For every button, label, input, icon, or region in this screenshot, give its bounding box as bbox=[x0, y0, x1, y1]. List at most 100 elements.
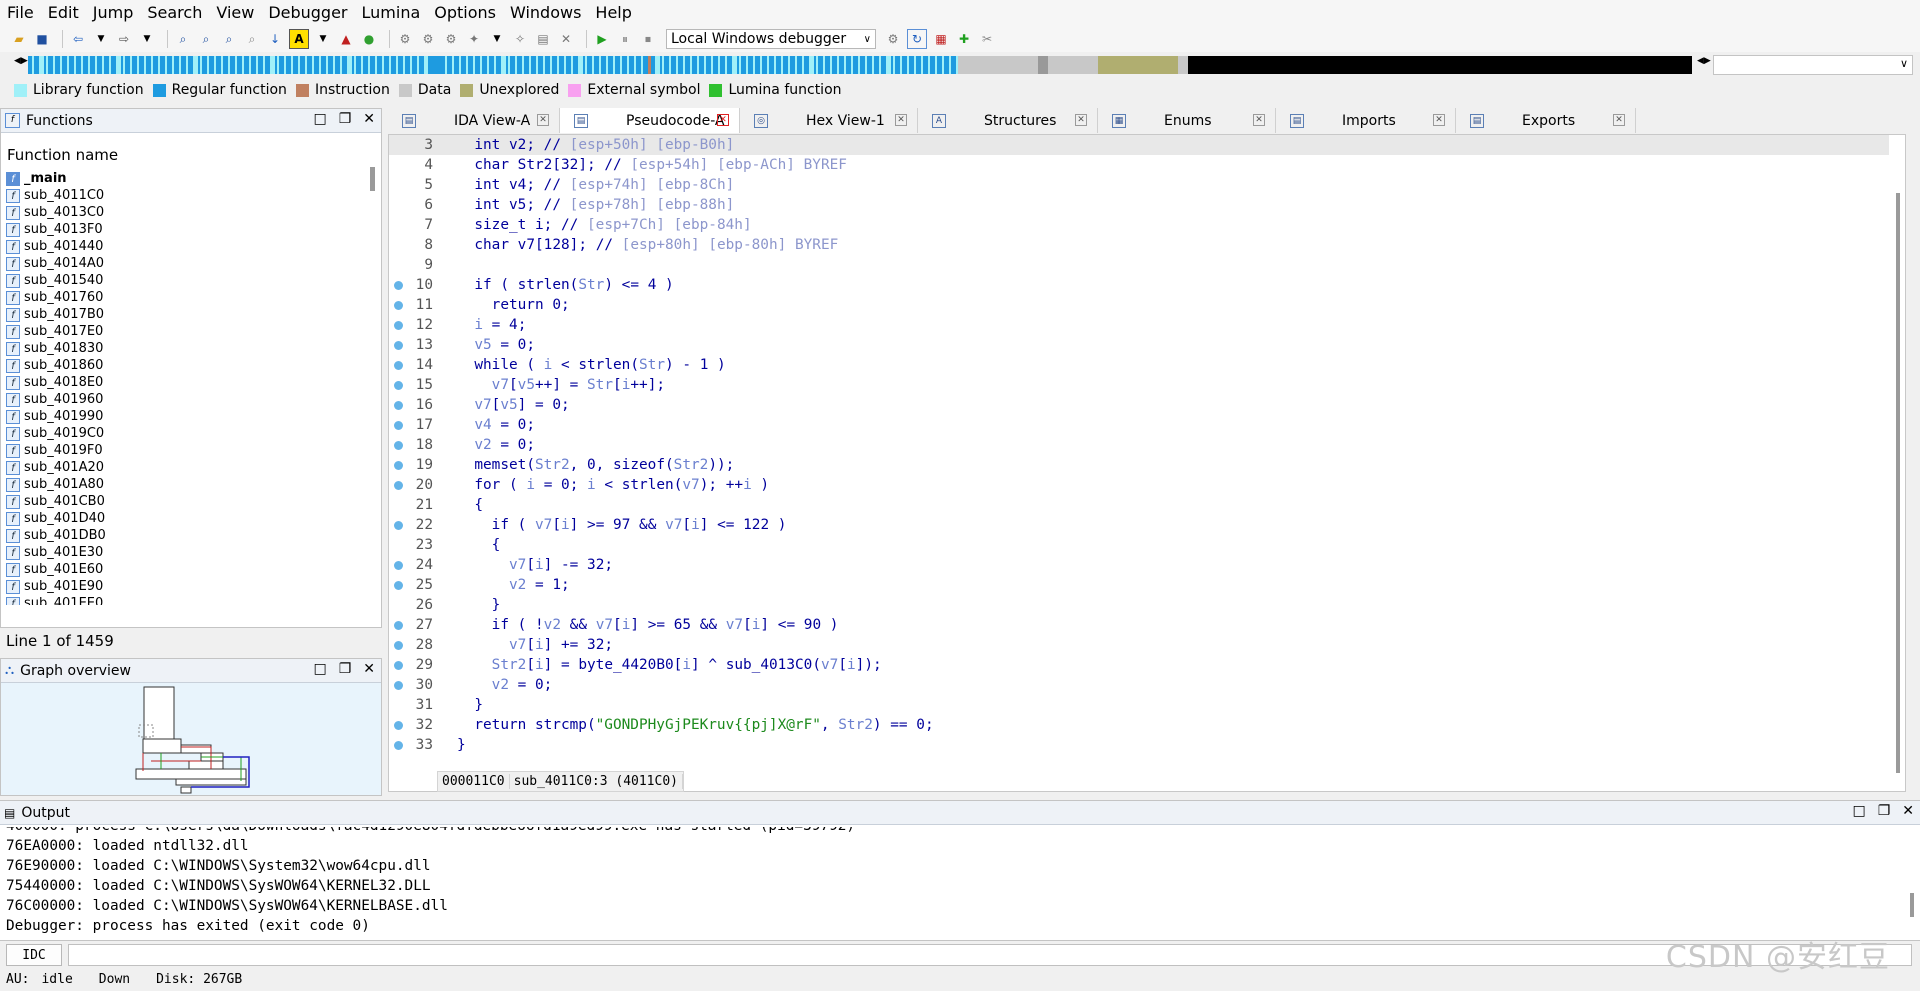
debugger-options-icon[interactable]: ⚙ bbox=[884, 30, 902, 48]
close-icon[interactable]: ✕ bbox=[363, 661, 375, 677]
run-icon[interactable]: ▶ bbox=[593, 30, 611, 48]
tab-ida-view-a[interactable]: ▤ IDA View-A ✕ bbox=[388, 108, 560, 133]
code-line[interactable]: 32 return strcmp("GONDPHyGjPEKruv{{pj]X@… bbox=[389, 715, 1889, 735]
calc-icon[interactable]: ▤ bbox=[534, 30, 552, 48]
function-list-item[interactable]: f sub_4014A0 bbox=[3, 255, 361, 272]
restore-icon[interactable]: ❐ bbox=[339, 111, 352, 127]
pseudocode-view[interactable]: 3 int v2; // [esp+50h] [ebp-B0h] 4 char S… bbox=[388, 134, 1906, 792]
function-list-item[interactable]: f sub_401960 bbox=[3, 391, 361, 408]
function-list-item[interactable]: f sub_401990 bbox=[3, 408, 361, 425]
code-line[interactable]: 18 v2 = 0; bbox=[389, 435, 1889, 455]
jump-down-icon[interactable]: ↓ bbox=[266, 30, 284, 48]
tab-exports[interactable]: ▤ Exports ✕ bbox=[1456, 108, 1636, 133]
forward-dropdown-icon[interactable]: ▼ bbox=[138, 30, 156, 48]
add-breakpoint-icon[interactable]: ✚ bbox=[955, 30, 973, 48]
tab-pseudocode-a[interactable]: ▤ Pseudocode-A ✕ bbox=[560, 108, 740, 133]
plugin-icon[interactable]: ✦ bbox=[465, 30, 483, 48]
code-line[interactable]: 11 return 0; bbox=[389, 295, 1889, 315]
code-line[interactable]: 31 } bbox=[389, 695, 1889, 715]
code-line[interactable]: 14 while ( i < strlen(Str) - 1 ) bbox=[389, 355, 1889, 375]
menu-jump[interactable]: Jump bbox=[86, 0, 141, 26]
function-list-item[interactable]: f sub_4011C0 bbox=[3, 187, 361, 204]
function-list-item[interactable]: f sub_401CB0 bbox=[3, 493, 361, 510]
code-line[interactable]: 30 v2 = 0; bbox=[389, 675, 1889, 695]
code-line[interactable]: 15 v7[v5++] = Str[i++]; bbox=[389, 375, 1889, 395]
close-icon[interactable]: ✕ bbox=[1902, 803, 1914, 819]
function-list-item[interactable]: f sub_401DB0 bbox=[3, 527, 361, 544]
xref-icon[interactable]: ⚙ bbox=[442, 30, 460, 48]
code-line[interactable]: 10 if ( strlen(Str) <= 4 ) bbox=[389, 275, 1889, 295]
function-list-item[interactable]: f sub_401440 bbox=[3, 238, 361, 255]
back-icon[interactable]: ⇦ bbox=[69, 30, 87, 48]
menu-search[interactable]: Search bbox=[140, 0, 209, 26]
code-line[interactable]: 7 size_t i; // [esp+7Ch] [ebp-84h] bbox=[389, 215, 1889, 235]
forward-icon[interactable]: ⇨ bbox=[115, 30, 133, 48]
function-list-item[interactable]: f sub_401830 bbox=[3, 340, 361, 357]
globe-icon[interactable]: ● bbox=[360, 30, 378, 48]
function-list-item[interactable]: f sub_401E30 bbox=[3, 544, 361, 561]
plugin-dropdown-icon[interactable]: ▼ bbox=[488, 30, 506, 48]
function-list-item[interactable]: f sub_401540 bbox=[3, 272, 361, 289]
functions-vertical-scrollbar[interactable] bbox=[367, 157, 377, 715]
back-dropdown-icon[interactable]: ▼ bbox=[92, 30, 110, 48]
cross-icon[interactable]: ✕ bbox=[557, 30, 575, 48]
close-icon[interactable]: ✕ bbox=[717, 114, 729, 126]
close-icon[interactable]: ✕ bbox=[1075, 114, 1087, 126]
code-line[interactable]: 3 int v2; // [esp+50h] [ebp-B0h] bbox=[389, 135, 1889, 155]
code-line[interactable]: 33} bbox=[389, 735, 1889, 755]
code-line[interactable]: 27 if ( !v2 && v7[i] >= 65 && v7[i] <= 9… bbox=[389, 615, 1889, 635]
function-list-item[interactable]: f sub_401E90 bbox=[3, 578, 361, 595]
close-icon[interactable]: ✕ bbox=[363, 111, 375, 127]
code-line[interactable]: 17 v4 = 0; bbox=[389, 415, 1889, 435]
function-list-item[interactable]: f sub_4013F0 bbox=[3, 221, 361, 238]
image-icon[interactable]: ▲ bbox=[337, 30, 355, 48]
function-list-item[interactable]: f sub_401760 bbox=[3, 289, 361, 306]
menu-file[interactable]: File bbox=[0, 0, 41, 26]
code-line[interactable]: 8 char v7[128]; // [esp+80h] [ebp-80h] B… bbox=[389, 235, 1889, 255]
code-line[interactable]: 12 i = 4; bbox=[389, 315, 1889, 335]
code-line[interactable]: 24 v7[i] -= 32; bbox=[389, 555, 1889, 575]
delete-breakpoint-icon[interactable]: ✂ bbox=[978, 30, 996, 48]
restore-icon[interactable]: ❐ bbox=[1878, 803, 1891, 819]
scroll-thumb[interactable] bbox=[370, 167, 375, 191]
scroll-thumb[interactable] bbox=[1896, 193, 1900, 773]
function-list-item[interactable]: f sub_401D40 bbox=[3, 510, 361, 527]
nav-right-arrow-icon[interactable]: ◀▶ bbox=[1697, 56, 1711, 66]
stop-icon[interactable]: ⏹ bbox=[639, 30, 657, 48]
code-line[interactable]: 9 bbox=[389, 255, 1889, 275]
menu-view[interactable]: View bbox=[209, 0, 261, 26]
function-list-item[interactable]: f sub_4017E0 bbox=[3, 323, 361, 340]
tab-enums[interactable]: ▦ Enums ✕ bbox=[1098, 108, 1276, 133]
maximize-icon[interactable]: □ bbox=[313, 111, 326, 127]
code-line[interactable]: 26 } bbox=[389, 595, 1889, 615]
segment-dropdown[interactable]: ∨ bbox=[1713, 55, 1913, 75]
code-vertical-scrollbar[interactable] bbox=[1891, 135, 1905, 791]
code-line[interactable]: 13 v5 = 0; bbox=[389, 335, 1889, 355]
code-line[interactable]: 5 int v4; // [esp+74h] [ebp-8Ch] bbox=[389, 175, 1889, 195]
graph-icon[interactable]: ⚙ bbox=[396, 30, 414, 48]
output-log[interactable]: 400000: process C:\Users\da\Downloads\fa… bbox=[6, 827, 1886, 939]
pause-icon[interactable]: ⏸ bbox=[616, 30, 634, 48]
code-line[interactable]: 21 { bbox=[389, 495, 1889, 515]
code-line[interactable]: 6 int v5; // [esp+78h] [ebp-88h] bbox=[389, 195, 1889, 215]
close-icon[interactable]: ✕ bbox=[1253, 114, 1265, 126]
close-icon[interactable]: ✕ bbox=[1613, 114, 1625, 126]
function-list-item[interactable]: f sub_4019F0 bbox=[3, 442, 361, 459]
code-line[interactable]: 23 { bbox=[389, 535, 1889, 555]
function-list-item[interactable]: f sub_4018E0 bbox=[3, 374, 361, 391]
color-dropdown-icon[interactable]: ▼ bbox=[314, 30, 332, 48]
code-line[interactable]: 19 memset(Str2, 0, sizeof(Str2)); bbox=[389, 455, 1889, 475]
graph-overview-canvas[interactable] bbox=[1, 683, 381, 795]
search-next-icon[interactable]: ⌕ bbox=[243, 30, 261, 48]
patch-icon[interactable]: ✧ bbox=[511, 30, 529, 48]
search-binary-icon[interactable]: ⌕ bbox=[174, 30, 192, 48]
open-icon[interactable]: ▰ bbox=[10, 30, 28, 48]
save-icon[interactable]: ■ bbox=[33, 30, 51, 48]
code-line[interactable]: 22 if ( v7[i] >= 97 && v7[i] <= 122 ) bbox=[389, 515, 1889, 535]
function-list-item[interactable]: f sub_401A20 bbox=[3, 459, 361, 476]
code-line[interactable]: 16 v7[v5] = 0; bbox=[389, 395, 1889, 415]
menu-lumina[interactable]: Lumina bbox=[355, 0, 428, 26]
menu-help[interactable]: Help bbox=[588, 0, 638, 26]
function-list-item[interactable]: f sub_401EE0 bbox=[3, 595, 361, 605]
close-icon[interactable]: ✕ bbox=[537, 114, 549, 126]
